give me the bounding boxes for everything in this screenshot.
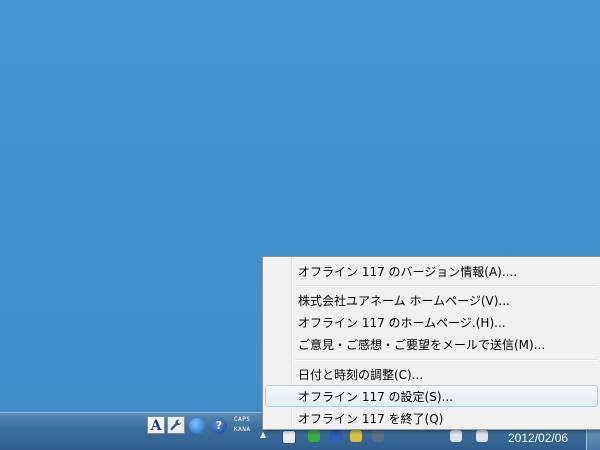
menu-item-adjust-datetime[interactable]: 日付と時刻の調整(C)...	[265, 363, 598, 385]
menu-item-settings[interactable]: オフライン 117 の設定(S)...	[265, 385, 598, 407]
menu-item-company-homepage[interactable]: 株式会社ユアネーム ホームページ(V)...	[265, 289, 598, 311]
menu-item-exit[interactable]: オフライン 117 を終了(Q)	[265, 407, 598, 429]
network-icon[interactable]	[450, 430, 462, 442]
menu-item-app-homepage[interactable]: オフライン 117 のホームページ.(H)...	[265, 311, 598, 333]
clock-date[interactable]: 2012/02/06	[508, 431, 568, 445]
kana-label: KANA	[234, 426, 251, 433]
flag-icon[interactable]	[350, 430, 362, 442]
tray-overflow-chevron-icon[interactable]: ▲	[260, 430, 266, 439]
ime-mode-label: A	[150, 418, 162, 434]
ime-tool-wrench-icon[interactable]	[167, 416, 185, 434]
volume-icon[interactable]	[476, 430, 488, 442]
menu-item-send-feedback[interactable]: ご意見・ご感想・ご要望をメールで送信(M)...	[265, 333, 598, 355]
ime-help-icon[interactable]: ?	[211, 418, 227, 434]
ime-mode-icon[interactable]: A	[147, 416, 165, 434]
tray-app-icon[interactable]	[282, 430, 296, 444]
menu-separator	[295, 359, 598, 361]
caps-kana-indicator[interactable]: CAPS KANA	[234, 415, 250, 435]
caps-label: CAPS	[234, 416, 251, 423]
ime-dictionary-icon[interactable]	[189, 418, 205, 434]
network-app-icon[interactable]	[330, 430, 342, 442]
security-shield-icon[interactable]	[308, 430, 320, 442]
tray-context-menu: オフライン 117 のバージョン情報(A).... 株式会社ユアネーム ホームペ…	[262, 256, 600, 430]
tray-misc-icon[interactable]	[372, 430, 384, 442]
menu-item-about[interactable]: オフライン 117 のバージョン情報(A)....	[265, 260, 598, 282]
menu-separator	[295, 285, 598, 287]
